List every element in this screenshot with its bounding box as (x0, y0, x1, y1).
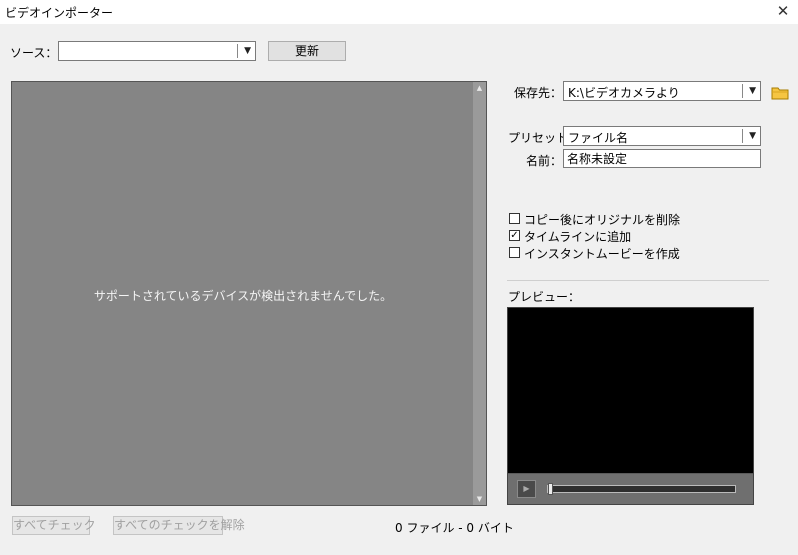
instant-movie-label: インスタントムービーを作成 (524, 247, 680, 261)
name-field[interactable] (563, 149, 761, 168)
source-label: ソース： (10, 46, 58, 60)
playback-slider[interactable] (547, 483, 736, 495)
checkmark-icon[interactable]: ✓ (509, 230, 520, 241)
name-label: 名前： (526, 154, 563, 168)
checkbox-box[interactable] (509, 213, 520, 224)
dropdown-separator (742, 129, 743, 143)
delete-original-label: コピー後にオリジナルを削除 (524, 213, 681, 227)
file-status: 0 ファイル - 0 バイト (395, 521, 514, 535)
title-bar: ビデオインポーター ✕ (0, 0, 798, 24)
folder-icon[interactable] (771, 85, 789, 101)
source-dropdown[interactable]: ▼ (58, 41, 256, 61)
save-location-dropdown[interactable]: K:\ビデオカメラより ▼ (563, 81, 761, 101)
add-to-timeline-label: タイムラインに追加 (524, 230, 632, 244)
device-file-list[interactable]: サポートされているデバイスが検出されませんでした。 ▲ ▼ (11, 81, 487, 506)
no-device-message: サポートされているデバイスが検出されませんでした。 (93, 289, 393, 303)
close-button[interactable]: ✕ (768, 0, 798, 24)
play-icon: ▶ (523, 484, 530, 493)
play-button[interactable]: ▶ (517, 480, 536, 498)
check-all-button[interactable]: すべてチェック (12, 516, 96, 535)
playback-controls: ▶ (508, 473, 753, 504)
preview-pane: ▶ (507, 307, 754, 505)
window-title: ビデオインポーター (5, 6, 114, 20)
preview-label: プレビュー： (508, 290, 581, 304)
chevron-down-icon: ▼ (749, 86, 756, 96)
preset-value: ファイル名 (568, 131, 629, 145)
save-location-value: K:\ビデオカメラより (568, 86, 680, 100)
chevron-down-icon: ▼ (749, 131, 756, 141)
refresh-button[interactable]: 更新 (268, 41, 346, 61)
dropdown-separator (742, 84, 743, 98)
close-icon: ✕ (776, 2, 790, 20)
dropdown-separator (237, 44, 238, 58)
playback-slider-thumb[interactable] (548, 483, 553, 495)
divider (507, 280, 769, 281)
save-location-label: 保存先： (514, 86, 563, 100)
checkbox-box[interactable] (509, 247, 520, 258)
vertical-scrollbar[interactable]: ▲ ▼ (473, 82, 486, 505)
scroll-up-icon[interactable]: ▲ (473, 82, 486, 94)
uncheck-all-button[interactable]: すべてのチェックを解除 (113, 516, 245, 535)
scroll-down-icon[interactable]: ▼ (473, 493, 486, 505)
chevron-down-icon: ▼ (244, 46, 251, 56)
preset-dropdown[interactable]: ファイル名 ▼ (563, 126, 761, 146)
